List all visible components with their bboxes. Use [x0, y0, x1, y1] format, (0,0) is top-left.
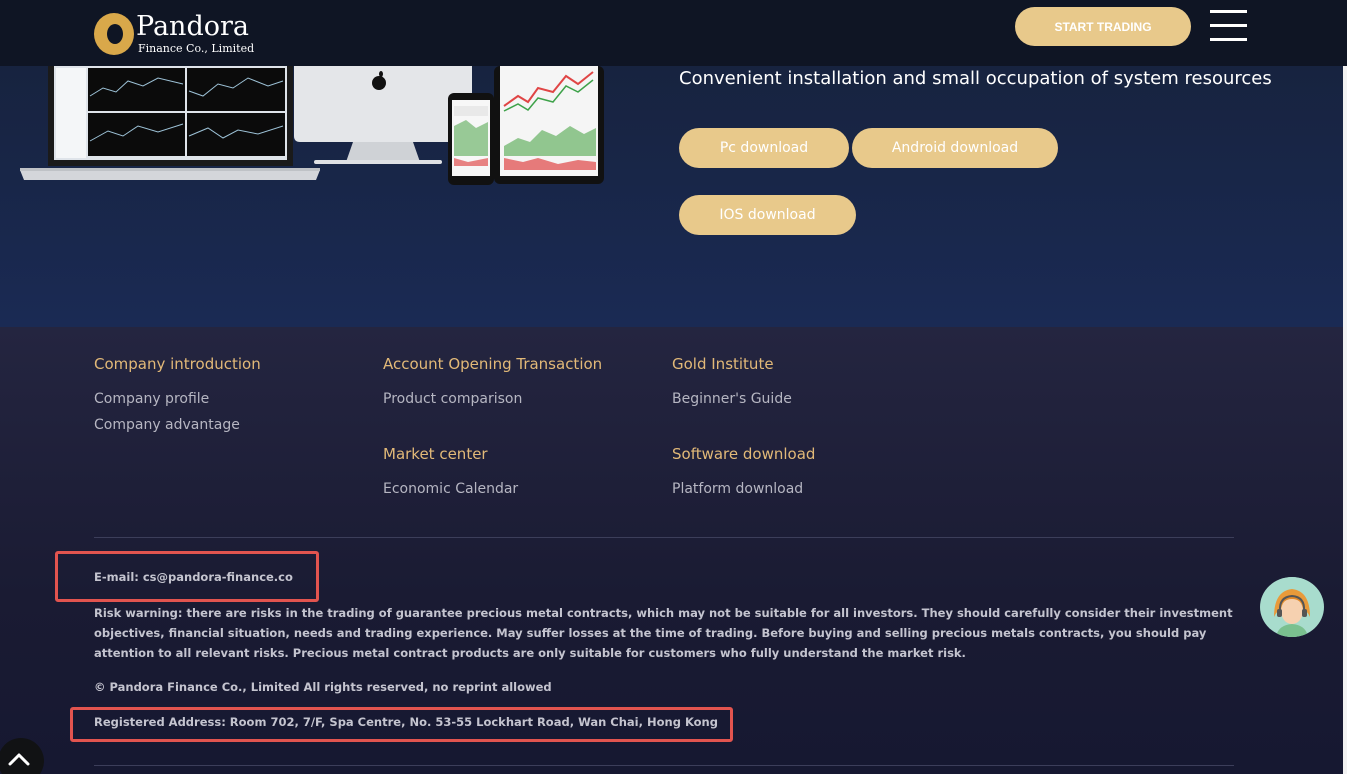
customer-service-avatar-icon[interactable]	[1260, 577, 1324, 637]
devices-illustration	[20, 66, 604, 185]
page-scrollbar[interactable]	[1343, 0, 1347, 774]
copyright-text: © Pandora Finance Co., Limited All right…	[94, 680, 552, 694]
footer-heading[interactable]: Software download	[672, 445, 815, 463]
footer-link-product-comparison[interactable]: Product comparison	[383, 391, 602, 407]
footer-divider-bottom	[94, 765, 1234, 766]
footer-column-account: Account Opening Transaction Product comp…	[383, 355, 602, 407]
ios-download-button[interactable]: IOS download	[679, 195, 856, 235]
scroll-to-top-button[interactable]	[0, 738, 44, 774]
risk-warning: Risk warning: there are risks in the tra…	[94, 606, 1233, 660]
footer-column-software: Software download Platform download	[672, 445, 815, 497]
site-footer: Company introduction Company profile Com…	[0, 327, 1347, 774]
hamburger-menu-icon[interactable]	[1210, 10, 1247, 44]
footer-heading[interactable]: Company introduction	[94, 355, 261, 373]
logo-mark-icon	[94, 13, 134, 55]
logo-subtitle: Finance Co., Limited	[138, 42, 255, 55]
footer-column-company: Company introduction Company profile Com…	[94, 355, 261, 433]
android-download-button[interactable]: Android download	[852, 128, 1058, 168]
footer-column-market: Market center Economic Calendar	[383, 445, 518, 497]
footer-heading[interactable]: Gold Institute	[672, 355, 792, 373]
footer-link-platform-download[interactable]: Platform download	[672, 481, 815, 497]
footer-link-company-profile[interactable]: Company profile	[94, 391, 261, 407]
site-header: Pandora Finance Co., Limited START TRADI…	[0, 0, 1347, 66]
address-highlight-box	[70, 707, 733, 742]
footer-link-company-advantage[interactable]: Company advantage	[94, 417, 261, 433]
footer-column-gold-institute: Gold Institute Beginner's Guide	[672, 355, 792, 407]
pc-download-button[interactable]: Pc download	[679, 128, 849, 168]
start-trading-button[interactable]: START TRADING	[1015, 7, 1191, 46]
footer-divider	[94, 537, 1234, 538]
email-highlight-box	[55, 551, 319, 602]
download-tagline: Convenient installation and small occupa…	[679, 68, 1272, 89]
logo-name: Pandora	[136, 11, 249, 42]
chevron-up-icon	[8, 753, 30, 766]
pandora-logo[interactable]: Pandora Finance Co., Limited	[94, 13, 254, 55]
footer-link-beginners-guide[interactable]: Beginner's Guide	[672, 391, 792, 407]
footer-heading[interactable]: Market center	[383, 445, 518, 463]
footer-heading[interactable]: Account Opening Transaction	[383, 355, 602, 373]
download-section: Convenient installation and small occupa…	[0, 66, 1347, 327]
footer-link-economic-calendar[interactable]: Economic Calendar	[383, 481, 518, 497]
